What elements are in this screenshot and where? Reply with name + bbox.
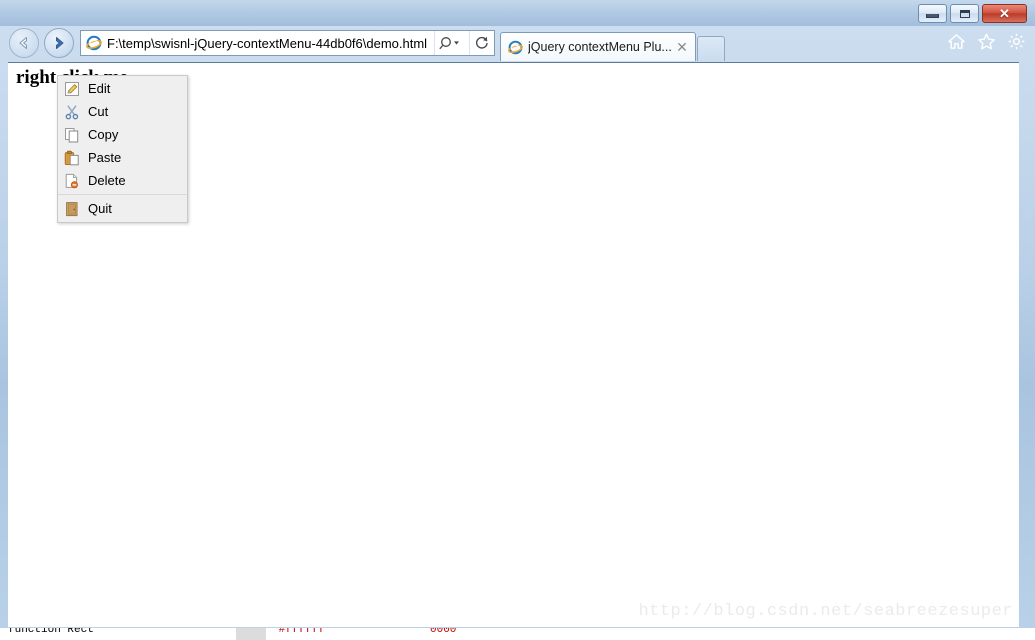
- internet-explorer-icon: [507, 39, 524, 56]
- window-controls: ✕: [918, 4, 1027, 23]
- menu-item-label: Quit: [88, 201, 112, 216]
- pencil-edit-icon: [64, 81, 80, 97]
- menu-item-delete[interactable]: Delete: [58, 169, 187, 192]
- bottom-code-tail: 0000": [430, 628, 464, 636]
- menu-item-paste[interactable]: Paste: [58, 146, 187, 169]
- door-quit-icon: [64, 201, 80, 217]
- bottom-cutoff-strip: function Rect "#ffffff" 0000": [0, 628, 1035, 640]
- menu-item-quit[interactable]: Quit: [58, 197, 187, 220]
- bottom-code-plain: function Rect: [8, 628, 94, 636]
- menu-item-cut[interactable]: Cut: [58, 100, 187, 123]
- minimize-button[interactable]: [918, 4, 947, 23]
- menu-item-edit[interactable]: Edit: [58, 77, 187, 100]
- menu-separator: [58, 194, 187, 195]
- copy-pages-icon: [64, 127, 80, 143]
- tab-jquery-contextmenu[interactable]: jQuery contextMenu Plu... ✕: [500, 32, 696, 61]
- tab-title: jQuery contextMenu Plu...: [528, 40, 672, 54]
- tab-strip: jQuery contextMenu Plu... ✕: [0, 30, 1035, 62]
- menu-item-label: Copy: [88, 127, 119, 142]
- menu-item-label: Cut: [88, 104, 109, 119]
- menu-item-label: Paste: [88, 150, 122, 165]
- tab-close-icon[interactable]: ✕: [673, 38, 691, 56]
- title-bar: ✕: [0, 0, 1035, 26]
- minimize-icon: [926, 14, 939, 18]
- maximize-icon: [959, 9, 970, 18]
- bottom-cutoff-code: function Rect "#ffffff" 0000": [0, 628, 1035, 640]
- menu-item-label: Delete: [88, 173, 126, 188]
- scissors-cut-icon: [64, 104, 80, 120]
- close-icon: ✕: [999, 6, 1010, 21]
- page-delete-icon: [64, 173, 80, 189]
- watermark-url: http://blog.csdn.net/seabreezesuper: [638, 602, 1013, 621]
- clipboard-paste-icon: [64, 150, 80, 166]
- close-button[interactable]: ✕: [982, 4, 1027, 23]
- context-menu: Edit Cut Copy Paste Delete Quit: [57, 75, 188, 223]
- new-tab-button[interactable]: [697, 36, 725, 61]
- page-viewport: right click me Edit: [8, 62, 1019, 627]
- bottom-gutter: [236, 628, 266, 640]
- menu-item-label: Edit: [88, 81, 111, 96]
- browser-window: ✕ F:\temp\swisnl-jQuery-contextMenu-44db…: [0, 0, 1035, 640]
- menu-item-copy[interactable]: Copy: [58, 123, 187, 146]
- bottom-code-red: "#ffffff": [272, 628, 332, 636]
- maximize-button[interactable]: [950, 4, 979, 23]
